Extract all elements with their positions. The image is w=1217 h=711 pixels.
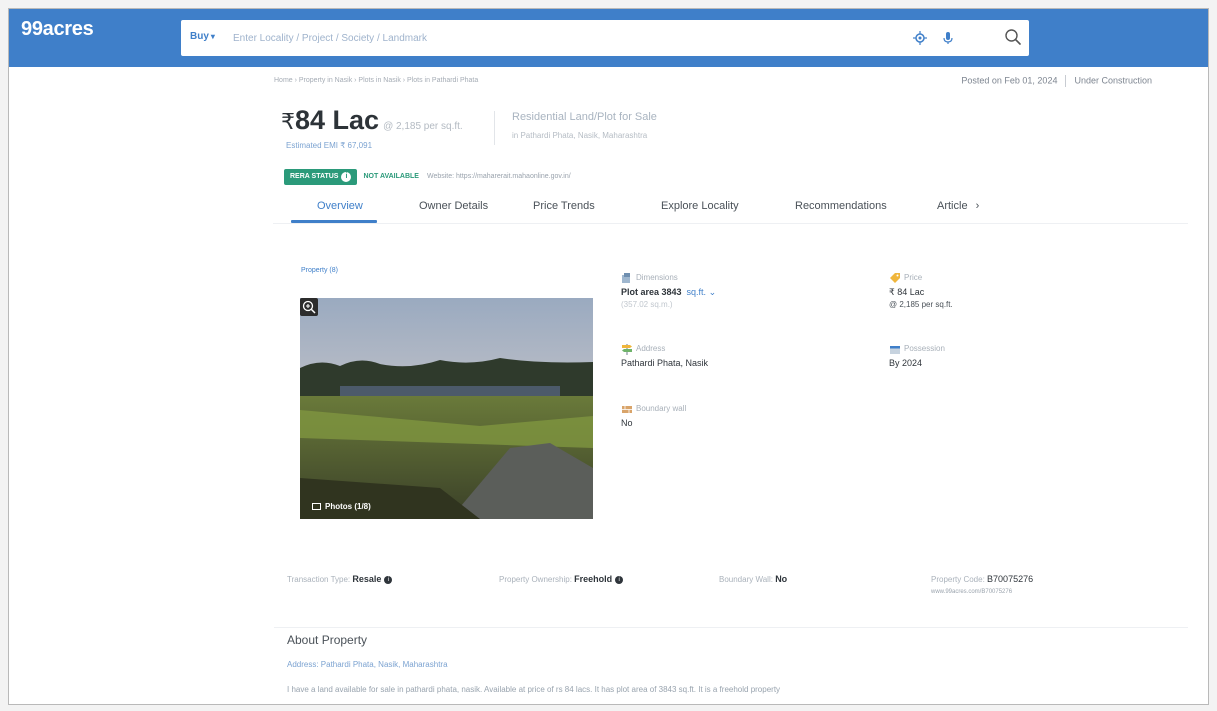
search-icon[interactable]	[1003, 27, 1023, 47]
posted-info: Posted on Feb 01, 2024 Under Construction	[961, 75, 1152, 87]
tab-price-trends[interactable]: Price Trends	[533, 200, 595, 212]
rera-website-link[interactable]: Website: https://maharerait.mahaonline.g…	[427, 173, 571, 180]
price-rate: @ 2,185 per sq.ft.	[383, 121, 463, 132]
posted-date: Posted on Feb 01, 2024	[961, 75, 1058, 86]
chevron-right-icon[interactable]: ›	[976, 200, 980, 212]
chevron-down-icon: ⌄	[708, 287, 717, 297]
property-count: Property (8)	[301, 267, 338, 274]
attr-possession-label: Possession	[904, 344, 945, 353]
search-bar: Buy ▾	[181, 20, 1029, 56]
about-description: I have a land available for sale in path…	[287, 685, 781, 694]
attr-dimensions-head: Dimensions	[621, 271, 716, 285]
property-photo[interactable]: Photos (1/8)	[300, 298, 593, 519]
unit-selector[interactable]: sq.ft. ⌄	[687, 287, 717, 297]
property-code-label: Property Code:	[931, 575, 985, 584]
image-icon	[312, 503, 321, 511]
attr-price-label: Price	[904, 273, 923, 282]
tab-recommendations[interactable]: Recommendations	[795, 200, 887, 212]
price-amount: 84 Lac	[295, 105, 380, 135]
buy-dropdown[interactable]: Buy ▾	[190, 31, 215, 42]
plot-area-value: Plot area 3843	[621, 287, 682, 297]
attr-address: Address Pathardi Phata, Nasik	[621, 342, 708, 368]
info-icon: i	[341, 171, 352, 182]
boundary-summary-label: Boundary Wall:	[719, 575, 773, 584]
photo-scene	[300, 298, 593, 519]
attr-price-value: ₹ 84 Lac	[889, 287, 925, 297]
attr-address-label: Address	[636, 344, 666, 353]
location-icon[interactable]	[911, 29, 929, 47]
photos-count-label: Photos (1/8)	[325, 502, 371, 511]
divider	[1065, 75, 1067, 87]
property-location: in Pathardi Phata, Nasik, Maharashtra	[512, 131, 648, 140]
photos-count-button[interactable]: Photos (1/8)	[312, 502, 371, 511]
ownership-label: Property Ownership:	[499, 575, 572, 584]
construction-status: Under Construction	[1074, 75, 1152, 86]
zoom-in-icon[interactable]	[300, 298, 318, 316]
rera-status-value: NOT AVAILABLE	[363, 173, 419, 181]
transaction-label: Transaction Type:	[287, 575, 351, 584]
breadcrumb[interactable]: Home › Property in Nasik › Plots in Nasi…	[274, 77, 478, 84]
chevron-down-icon: ▾	[210, 32, 215, 41]
info-icon[interactable]: i	[384, 575, 393, 584]
wall-icon	[622, 405, 632, 413]
property-type: Residential Land/Plot for Sale	[512, 111, 657, 123]
buy-label: Buy	[190, 31, 209, 42]
attr-address-head: Address	[621, 342, 708, 356]
attr-possession: Possession By 2024	[889, 342, 945, 368]
boundary-summary-value: No	[775, 574, 788, 584]
section-tabs: Overview Owner Details Price Trends Expl…	[291, 194, 991, 224]
currency-symbol: ₹	[281, 109, 295, 134]
unit-label: sq.ft.	[686, 287, 707, 297]
tab-owner-details[interactable]: Owner Details	[419, 200, 488, 212]
attr-price: Price ₹ 84 Lac @ 2,185 per sq.ft.	[889, 271, 953, 309]
divider	[494, 111, 495, 145]
about-address: Address: Pathardi Phata, Nasik, Maharash…	[287, 660, 448, 669]
attr-boundary-head: Boundary wall	[621, 402, 686, 416]
rera-status-badge[interactable]: RERA STATUS i	[284, 168, 358, 185]
attr-dimensions-label: Dimensions	[636, 273, 678, 282]
attr-address-value: Pathardi Phata, Nasik	[621, 358, 709, 368]
attr-possession-value: By 2024	[889, 358, 923, 368]
attr-boundary-wall: Boundary wall No	[621, 402, 686, 428]
ownership-value: Freehold	[574, 574, 613, 584]
listing-price: ₹84 Lac @ 2,185 per sq.ft.	[281, 105, 463, 136]
summary-property-code: Property Code: B70075276	[931, 574, 1033, 584]
calendar-icon	[890, 345, 900, 354]
rera-row: RERA STATUS i NOT AVAILABLE Website: https:…	[284, 168, 571, 185]
attr-dimensions: Dimensions Plot area 3843 sq.ft. ⌄ (357.0…	[621, 271, 716, 309]
attr-dimensions-sub: (357.02 sq.m.)	[621, 300, 673, 309]
attr-price-head: Price	[889, 271, 953, 285]
summary-ownership: Property Ownership: Freehold i	[499, 574, 624, 584]
info-icon[interactable]: i	[615, 575, 624, 584]
emi-estimate[interactable]: Estimated EMI ₹ 67,091	[286, 141, 372, 150]
search-input[interactable]	[233, 29, 873, 47]
tab-article-label: Article	[937, 200, 968, 212]
dimensions-icon	[622, 272, 630, 283]
tab-explore-locality[interactable]: Explore Locality	[661, 200, 739, 212]
transaction-value: Resale	[352, 574, 382, 584]
about-title: About Property	[287, 633, 368, 647]
property-code-url[interactable]: www.99acres.com/B70075276	[931, 589, 1012, 595]
tab-overview[interactable]: Overview	[317, 200, 363, 212]
summary-transaction: Transaction Type: Resale i	[287, 574, 393, 584]
attr-possession-head: Possession	[889, 342, 945, 356]
page-frame: 99acres Buy ▾ Enter Locality / Project /…	[8, 8, 1209, 705]
signpost-icon	[622, 343, 632, 355]
rera-badge-label: RERA STATUS	[290, 172, 339, 180]
summary-boundary: Boundary Wall: No	[719, 574, 787, 584]
attr-price-sub: @ 2,185 per sq.ft.	[889, 300, 953, 309]
property-code-value: B70075276	[987, 574, 1034, 584]
divider	[273, 223, 1188, 224]
microphone-icon[interactable]	[939, 29, 957, 47]
site-logo[interactable]: 99acres	[21, 18, 94, 41]
tab-article[interactable]: Article ›	[937, 200, 979, 212]
attr-boundary-value: No	[621, 418, 633, 428]
attr-boundary-label: Boundary wall	[636, 404, 687, 413]
attr-dimensions-value: Plot area 3843 sq.ft. ⌄	[621, 287, 716, 298]
top-header: 99acres Buy ▾	[9, 9, 1208, 67]
price-tag-icon	[890, 272, 900, 283]
